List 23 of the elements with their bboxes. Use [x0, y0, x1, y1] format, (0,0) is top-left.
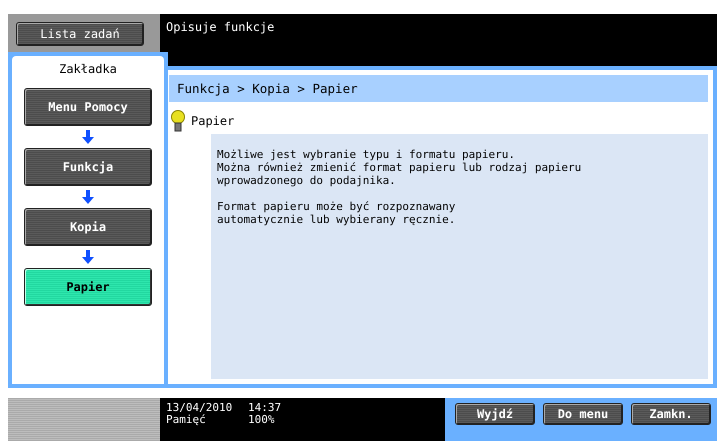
time: 14:37 [248, 402, 282, 414]
topic-title: Papier [191, 114, 234, 128]
job-list-button[interactable]: Lista zadań [16, 22, 144, 46]
description-paragraph: Format papieru może być rozpoznawany automatycznie lub wybierany ręcznie. [217, 200, 456, 226]
header-message: Opisuje funkcje [166, 20, 274, 34]
footer-button[interactable]: Wyjdź [455, 403, 535, 425]
breadcrumb: Funkcja > Kopia > Papier [169, 75, 708, 102]
footer-button[interactable]: Do menu [543, 403, 623, 425]
help-step-button[interactable]: Papier [24, 268, 152, 306]
description-paragraph: Możliwe jest wybranie typu i formatu papieru. Można również zmienić format papieru lub rodzaj papieru wprowadzonego do podajnika. [217, 148, 582, 187]
down-arrow-icon [82, 130, 94, 144]
lightbulb-icon [171, 110, 185, 132]
help-step-button[interactable]: Menu Pomocy [24, 88, 152, 126]
memory-label: Pamięć [166, 414, 207, 426]
help-step-button[interactable]: Kopia [24, 208, 152, 246]
sidebar-tab[interactable]: Zakładka Menu Pomocy Funkcja Kopia Papier [12, 56, 164, 384]
tab-label: Zakładka [59, 62, 117, 76]
help-step-button[interactable]: Funkcja [24, 148, 152, 186]
memory-value: 100% [248, 414, 276, 426]
down-arrow-icon [82, 250, 94, 264]
footer-button[interactable]: Zamkn. [631, 403, 711, 425]
date: 13/04/2010 [166, 402, 234, 414]
down-arrow-icon [82, 190, 94, 204]
